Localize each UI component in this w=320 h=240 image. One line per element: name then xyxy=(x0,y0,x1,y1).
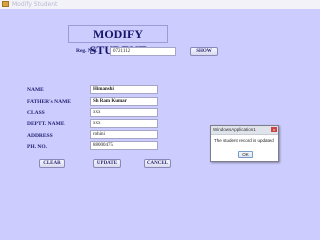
cancel-button[interactable]: CANCEL xyxy=(144,159,171,168)
dialog-titlebar: WindowsApplication1 xyxy=(211,126,278,135)
close-icon[interactable]: x xyxy=(271,127,277,132)
class-field[interactable]: xxx xyxy=(90,108,158,117)
address-label: ADDRESS xyxy=(27,133,53,139)
name-field[interactable]: Himanshi xyxy=(90,85,158,94)
father-name-label: FATHER's NAME xyxy=(27,99,71,105)
reg-no-field[interactable]: 0721112 xyxy=(110,47,176,56)
address-field[interactable]: rohini xyxy=(90,130,158,139)
window-titlebar: Modify Student xyxy=(0,0,320,9)
show-button[interactable]: SHOW xyxy=(190,47,218,56)
name-label: NAME xyxy=(27,87,44,93)
dialog-message: The student record is updated xyxy=(214,138,274,143)
modify-student-form: MODIFY STUDENT Reg. NO. 0721112 SHOW NAM… xyxy=(0,9,320,240)
father-name-field[interactable]: Sh Ram Kumar xyxy=(90,97,158,106)
deptt-name-field[interactable]: xxx xyxy=(90,119,158,128)
ok-button[interactable]: OK xyxy=(238,151,253,158)
dialog-title: WindowsApplication1 xyxy=(213,127,256,132)
class-label: CLASS xyxy=(27,110,45,116)
ph-no-label: PH. NO. xyxy=(27,144,48,150)
app-icon xyxy=(2,1,9,7)
message-dialog: WindowsApplication1 x The student record… xyxy=(210,125,279,162)
form-heading: MODIFY STUDENT xyxy=(68,25,168,57)
deptt-name-label: DEPTT. NAME xyxy=(27,121,65,127)
reg-no-label: Reg. NO. xyxy=(76,48,98,54)
window-title: Modify Student xyxy=(12,1,58,8)
clear-button[interactable]: CLEAR xyxy=(39,159,65,168)
update-button[interactable]: UPDATE xyxy=(93,159,121,168)
ph-no-field[interactable]: 88000475 xyxy=(90,141,158,150)
